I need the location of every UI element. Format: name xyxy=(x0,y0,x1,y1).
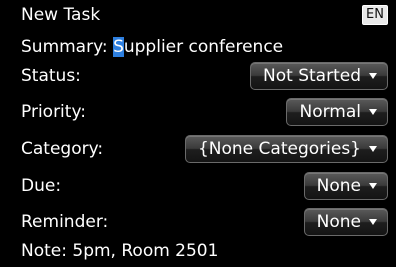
priority-dropdown[interactable]: Normal xyxy=(286,98,388,126)
priority-row: Priority: Normal xyxy=(0,94,396,130)
title-bar: New Task EN xyxy=(0,0,396,30)
text-cursor-char: S xyxy=(113,37,124,57)
caret-down-icon xyxy=(369,73,377,79)
priority-label: Priority: xyxy=(21,102,86,122)
note-label: Note: xyxy=(21,241,67,261)
reminder-value: None xyxy=(316,212,361,232)
category-row: Category: {None Categories} xyxy=(0,131,396,167)
priority-value: Normal xyxy=(299,102,361,122)
page-title: New Task xyxy=(21,5,101,25)
due-label: Due: xyxy=(21,176,62,196)
status-value: Not Started xyxy=(263,66,361,86)
category-value: {None Categories} xyxy=(197,139,361,159)
caret-down-icon xyxy=(369,219,377,225)
note-field[interactable]: Note: 5pm, Room 2501 xyxy=(0,240,396,262)
note-value[interactable]: 5pm, Room 2501 xyxy=(72,241,218,261)
summary-field[interactable]: Summary: Supplier conference xyxy=(0,36,396,58)
reminder-label: Reminder: xyxy=(21,212,109,232)
caret-down-icon xyxy=(369,146,377,152)
summary-label: Summary: xyxy=(21,37,108,57)
status-dropdown[interactable]: Not Started xyxy=(250,62,388,90)
reminder-row: Reminder: None xyxy=(0,204,396,240)
due-value: None xyxy=(316,176,361,196)
reminder-dropdown[interactable]: None xyxy=(303,208,388,236)
status-row: Status: Not Started xyxy=(0,58,396,94)
category-dropdown[interactable]: {None Categories} xyxy=(184,135,388,163)
status-label: Status: xyxy=(21,66,81,86)
input-language-indicator[interactable]: EN xyxy=(362,5,388,25)
caret-down-icon xyxy=(369,109,377,115)
category-label: Category: xyxy=(21,139,104,159)
caret-down-icon xyxy=(369,183,377,189)
new-task-screen: New Task EN Summary: Supplier conference… xyxy=(0,0,396,267)
due-row: Due: None xyxy=(0,168,396,204)
due-dropdown[interactable]: None xyxy=(303,172,388,200)
summary-value[interactable]: upplier conference xyxy=(124,37,283,57)
